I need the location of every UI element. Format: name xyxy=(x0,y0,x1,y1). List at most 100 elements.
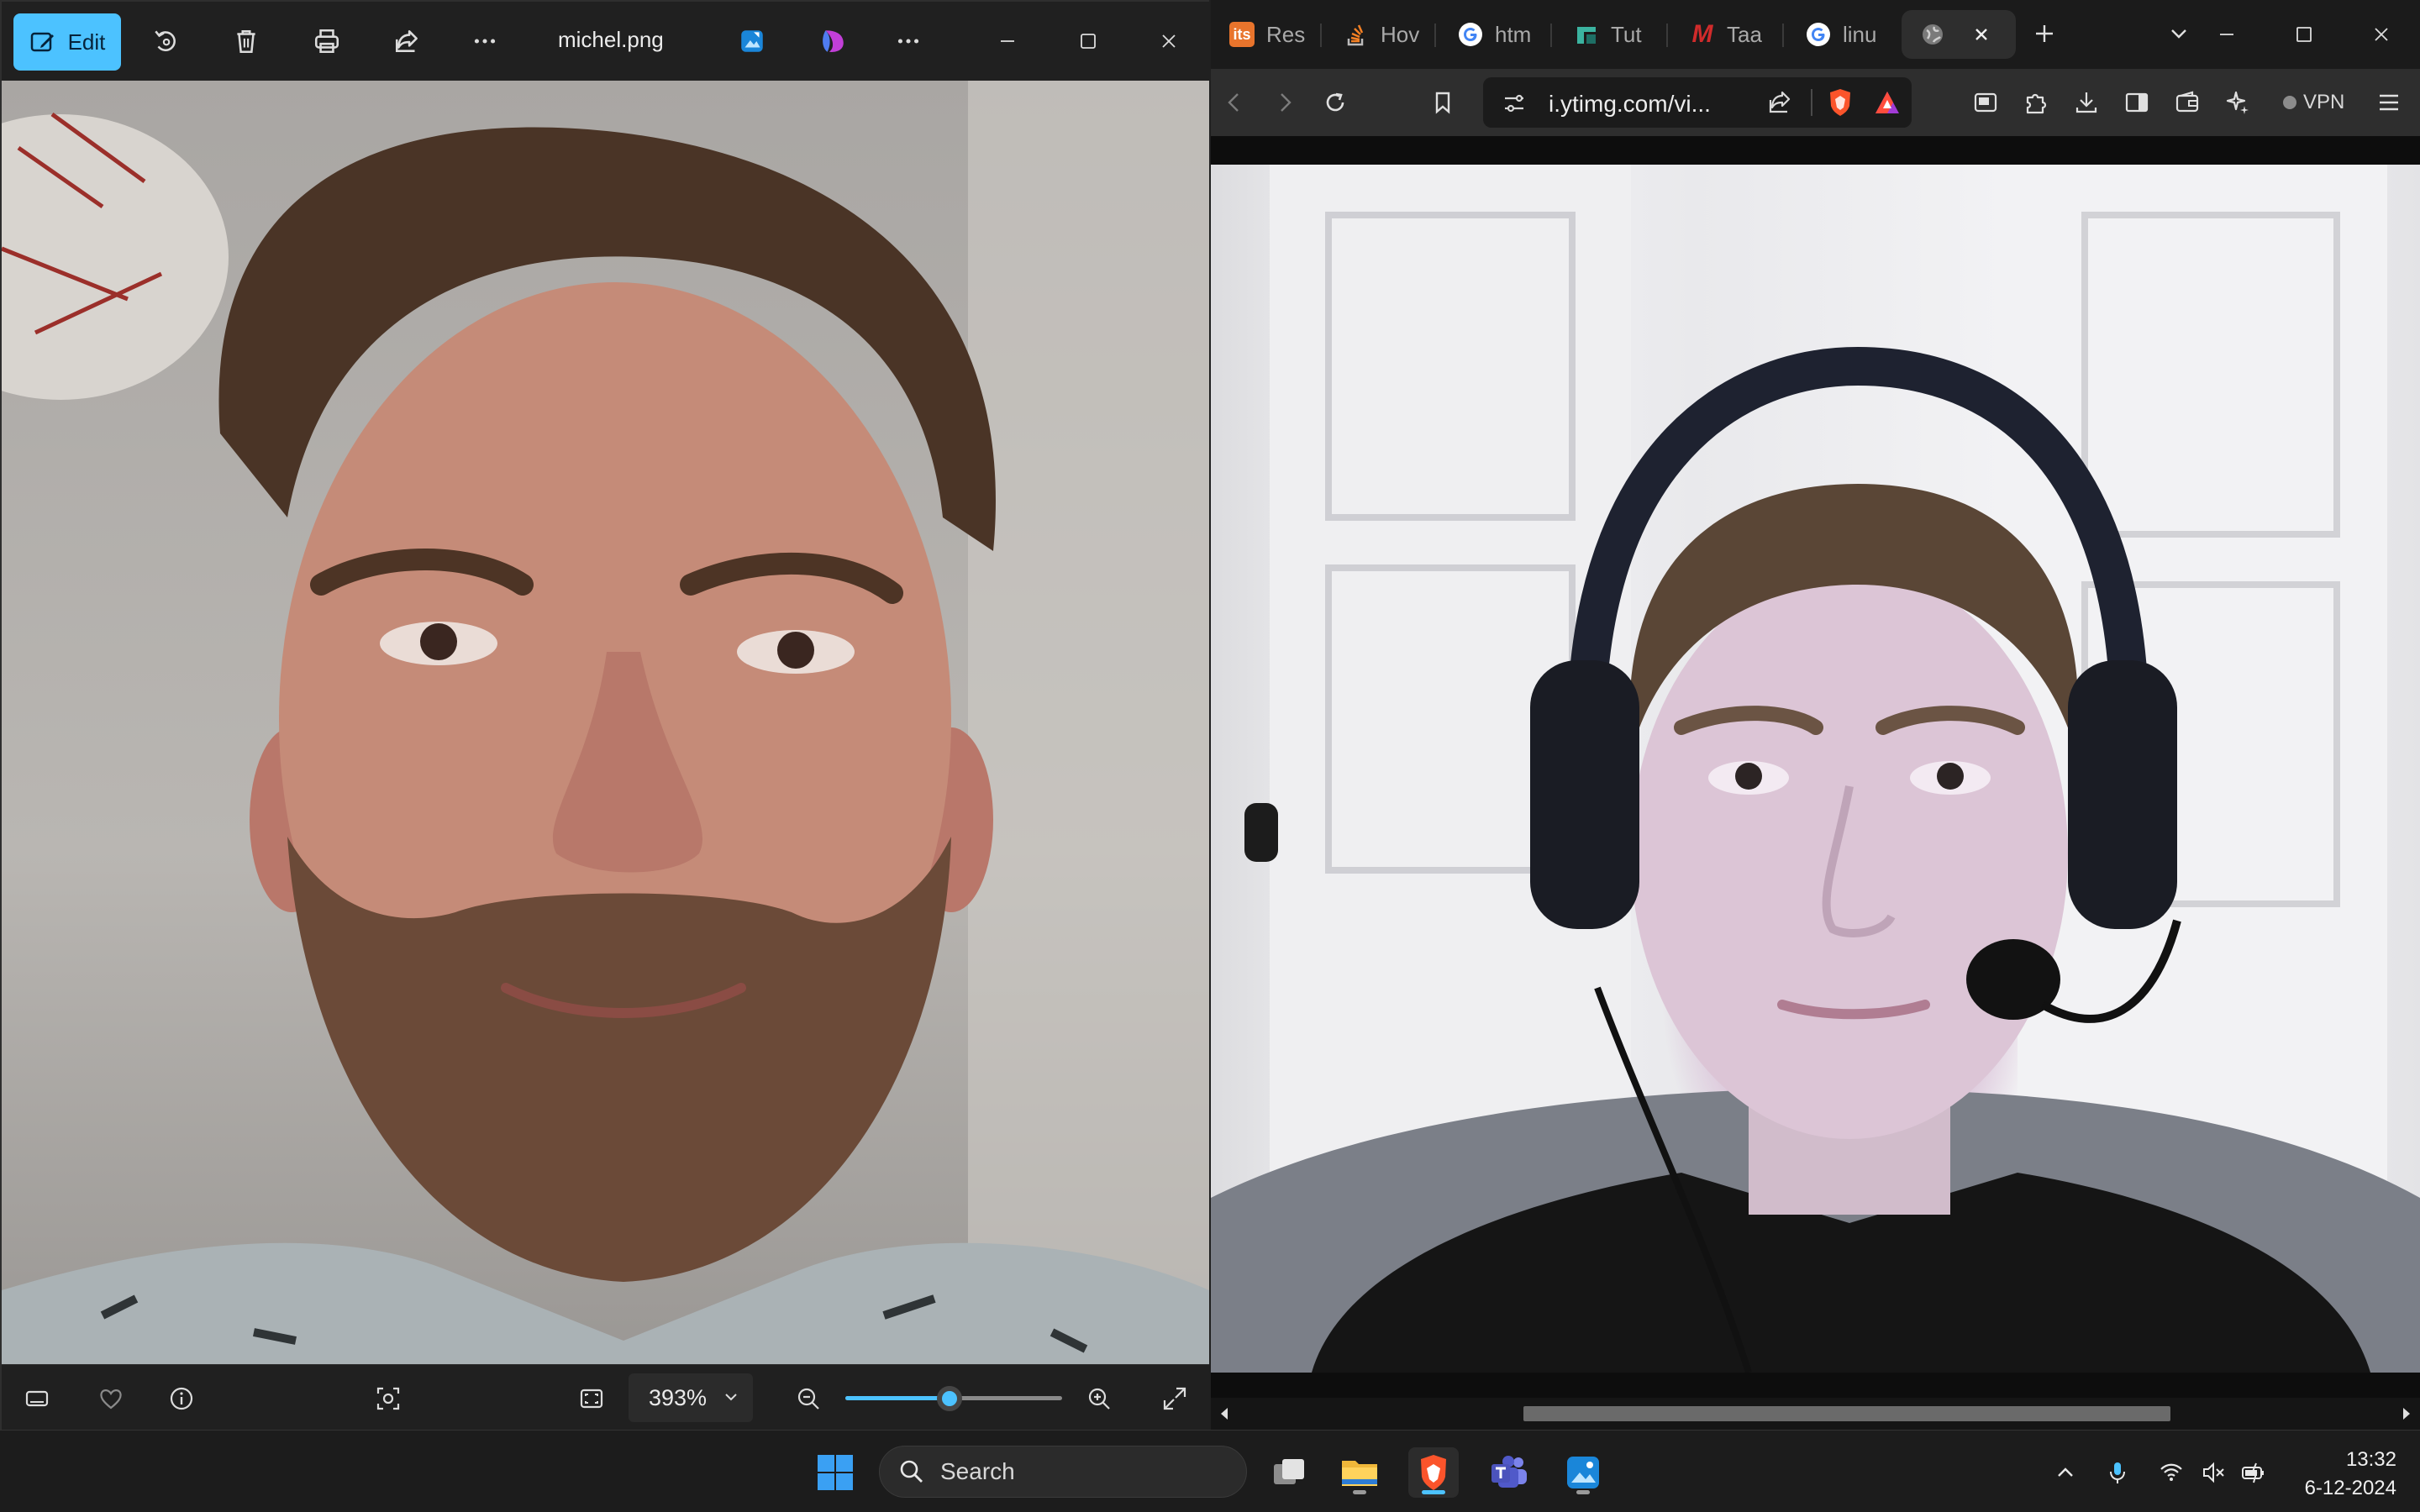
tab-label: Res xyxy=(1266,21,1306,47)
designer-button[interactable] xyxy=(808,17,857,66)
microphone-button[interactable] xyxy=(2101,1456,2134,1489)
tab-strip: its Res Hov htm Tut M Taa linu xyxy=(1211,0,2420,69)
photos-footer: 393% xyxy=(2,1364,1209,1430)
tab-search-button[interactable] xyxy=(2157,12,2201,55)
zoom-slider-fill xyxy=(845,1396,950,1400)
brave-browser-icon xyxy=(1421,1455,1446,1490)
tab-active-image[interactable] xyxy=(1902,10,2016,59)
fit-to-window-button[interactable] xyxy=(570,1377,613,1420)
tab-its[interactable]: its Res xyxy=(1211,10,1322,59)
tab-google-htm[interactable]: htm xyxy=(1439,10,1552,59)
teams-button[interactable] xyxy=(1484,1447,1534,1498)
zoom-in-button[interactable] xyxy=(1077,1377,1121,1420)
more-options-button[interactable] xyxy=(460,17,509,66)
taskbar-search[interactable]: Search xyxy=(879,1446,1247,1498)
zoom-slider-thumb[interactable] xyxy=(936,1386,962,1411)
print-button[interactable] xyxy=(302,17,351,66)
maximize-button[interactable] xyxy=(2275,10,2333,59)
minimize-icon xyxy=(2220,34,2233,35)
maximize-icon xyxy=(2296,27,2312,42)
webcam-photo xyxy=(1211,165,2420,1373)
address-bar[interactable]: i.ytimg.com/vi... xyxy=(1483,77,1912,128)
new-tab-button[interactable] xyxy=(2023,12,2066,55)
arrow-left-icon xyxy=(1228,93,1239,112)
filmstrip-button[interactable] xyxy=(15,1377,59,1420)
printer-icon xyxy=(314,29,339,54)
more-dots-icon xyxy=(474,39,496,44)
chevron-up-icon xyxy=(2058,1467,2073,1477)
file-info-button[interactable] xyxy=(160,1377,203,1420)
delete-button[interactable] xyxy=(222,17,271,66)
photos-app-button[interactable] xyxy=(1558,1447,1608,1498)
tab-label: Taa xyxy=(1727,21,1762,47)
toolbar-more-button[interactable] xyxy=(884,17,933,66)
picture-in-picture-button[interactable] xyxy=(1964,81,2007,124)
task-view-button[interactable] xyxy=(1264,1447,1314,1498)
puzzle-icon xyxy=(2026,93,2047,114)
close-button[interactable] xyxy=(1139,17,1198,66)
scrollbar-thumb[interactable] xyxy=(1523,1406,2170,1421)
photos-icon xyxy=(1567,1457,1599,1488)
edit-button-label: Edit xyxy=(67,29,106,55)
minimize-button[interactable] xyxy=(2197,10,2256,59)
tab-google-linu[interactable]: linu xyxy=(1787,10,1900,59)
zoom-level-dropdown[interactable]: 393% xyxy=(629,1373,753,1422)
edit-button[interactable]: Edit xyxy=(13,13,121,71)
clock-time: 13:32 xyxy=(2345,1448,2396,1471)
sidebar-button[interactable] xyxy=(2115,81,2159,124)
visual-search-button[interactable] xyxy=(366,1377,410,1420)
menu-button[interactable] xyxy=(2367,81,2411,124)
m-icon: M xyxy=(1691,20,1713,48)
designer-icon xyxy=(823,30,844,52)
minimize-button[interactable] xyxy=(978,17,1037,66)
battery-button[interactable] xyxy=(2237,1456,2270,1489)
site-info-icon[interactable] xyxy=(1502,91,1527,116)
portrait-photo xyxy=(2,81,1209,1364)
close-button[interactable] xyxy=(2352,10,2411,59)
brave-shields-icon[interactable] xyxy=(1826,87,1854,118)
system-clock[interactable]: 13:32 6-12-2024 xyxy=(2305,1446,2396,1503)
displayed-image[interactable] xyxy=(1211,165,2420,1373)
running-indicator xyxy=(1353,1490,1366,1494)
full-screen-button[interactable] xyxy=(1153,1377,1197,1420)
start-button[interactable] xyxy=(810,1447,860,1498)
network-button[interactable] xyxy=(2154,1456,2188,1489)
file-explorer-button[interactable] xyxy=(1334,1447,1385,1498)
brave-rewards-icon[interactable] xyxy=(1873,89,1902,116)
forward-button[interactable] xyxy=(1263,81,1307,124)
share-icon[interactable] xyxy=(1767,89,1794,116)
bookmark-button[interactable] xyxy=(1421,81,1465,124)
zoom-out-button[interactable] xyxy=(786,1377,830,1420)
reload-button[interactable] xyxy=(1313,81,1357,124)
downloads-button[interactable] xyxy=(2065,81,2108,124)
brave-browser-button[interactable] xyxy=(1408,1447,1459,1498)
wallet-button[interactable] xyxy=(2165,81,2209,124)
photos-editor-button[interactable] xyxy=(728,17,776,66)
show-hidden-icons-button[interactable] xyxy=(2049,1456,2082,1489)
expand-icon xyxy=(1163,1387,1186,1410)
tab-tut[interactable]: Tut xyxy=(1555,10,1668,59)
rotate-icon xyxy=(155,30,176,51)
filmstrip-icon xyxy=(25,1390,49,1407)
tab-stackoverflow[interactable]: Hov xyxy=(1325,10,1436,59)
leo-ai-button[interactable] xyxy=(2216,81,2260,124)
tab-taa[interactable]: M Taa xyxy=(1671,10,1784,59)
horizontal-scrollbar[interactable] xyxy=(1211,1398,2420,1430)
close-tab-icon[interactable] xyxy=(1972,25,1991,44)
photo-viewer-image[interactable] xyxy=(2,81,1209,1364)
maximize-button[interactable] xyxy=(1059,17,1118,66)
volume-button[interactable] xyxy=(2196,1456,2230,1489)
favorite-button[interactable] xyxy=(89,1377,133,1420)
vpn-button[interactable]: VPN xyxy=(2273,82,2354,123)
wifi-icon xyxy=(2160,1463,2182,1481)
tab-label: htm xyxy=(1495,21,1532,47)
fit-window-icon xyxy=(580,1389,603,1409)
share-button[interactable] xyxy=(383,17,432,66)
navigation-bar: i.ytimg.com/vi... VPN xyxy=(1211,69,2420,136)
rotate-button[interactable] xyxy=(141,17,190,66)
scroll-left-icon[interactable] xyxy=(1218,1406,1231,1421)
extensions-button[interactable] xyxy=(2014,81,2058,124)
scroll-right-icon[interactable] xyxy=(2400,1406,2413,1421)
edit-image-icon xyxy=(30,32,54,52)
back-button[interactable] xyxy=(1213,81,1256,124)
